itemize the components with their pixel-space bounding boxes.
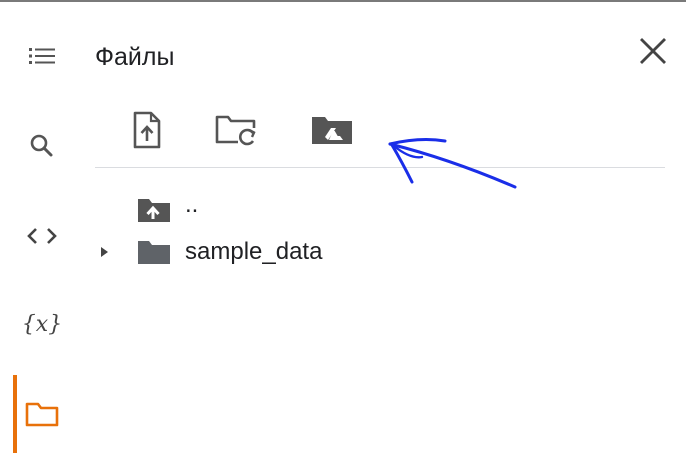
variables-icon: {x}: [21, 311, 63, 337]
close-button[interactable]: [630, 28, 676, 74]
panel-title: Файлы: [95, 43, 175, 71]
tree-item-label: sample_data: [185, 238, 323, 265]
mount-drive-button[interactable]: [306, 104, 358, 156]
hand-drawn-arrow-annotation: [388, 138, 517, 189]
table-of-contents-button[interactable]: [14, 28, 70, 84]
code-snippets-icon: [27, 228, 57, 244]
tree-item-label: ..: [185, 191, 199, 218]
search-icon: [30, 134, 53, 157]
toolbar-divider: [95, 167, 665, 168]
folder-up-icon: [135, 196, 173, 224]
files-button[interactable]: [14, 386, 70, 442]
upload-file-icon: [133, 111, 161, 149]
files-panel-screen: {x} Файлы .. sample_data: [0, 0, 686, 470]
close-icon: [640, 38, 666, 64]
tree-item-sample-data[interactable]: sample_data: [95, 234, 322, 270]
folder-icon: [25, 402, 59, 427]
refresh-folder-icon: [215, 115, 256, 146]
search-button[interactable]: [14, 118, 70, 174]
tree-item-parent[interactable]: ..: [95, 191, 199, 228]
folder-icon: [135, 238, 173, 266]
refresh-button[interactable]: [211, 104, 263, 156]
side-rail: {x}: [0, 2, 80, 470]
upload-button[interactable]: [121, 104, 173, 156]
expand-arrow-icon[interactable]: [97, 245, 111, 259]
mount-drive-icon: [312, 117, 352, 144]
code-snippets-button[interactable]: [14, 208, 70, 264]
variables-button[interactable]: {x}: [14, 296, 70, 352]
table-of-contents-icon: [29, 48, 55, 64]
